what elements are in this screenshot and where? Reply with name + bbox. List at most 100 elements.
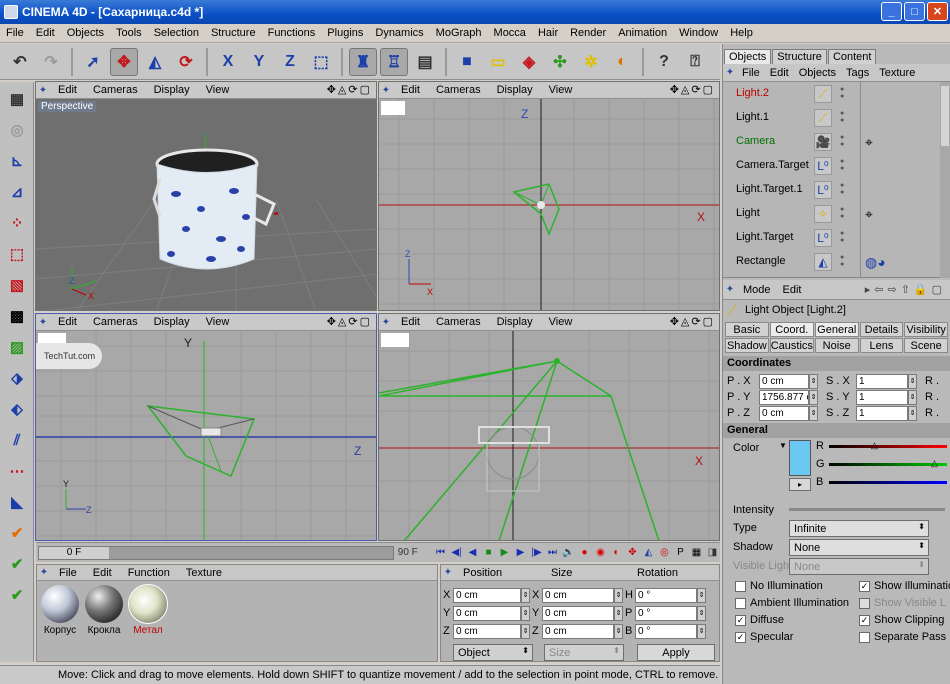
pos-x-input[interactable]: 0 cm [453,587,521,603]
locked-workplane-icon[interactable]: ✔ [3,581,31,609]
visibility-dots-icon[interactable]: ● ● [840,158,844,172]
checkbox-box[interactable] [735,597,746,609]
show-visible-light-checkbox[interactable]: Show Visible L [859,595,946,611]
nurbs-icon[interactable]: ◈ [515,48,543,76]
y-axis-lock-icon[interactable]: Y [245,48,273,76]
material-item[interactable]: Крокла [83,585,125,636]
object-row-light[interactable]: Light ✧ ● ● ⌖ [723,202,941,226]
vp-menu-view[interactable]: View [198,316,238,328]
points-mode-icon[interactable]: ⬚ [3,240,31,268]
menu-animation[interactable]: Animation [612,24,673,43]
render-settings-icon[interactable]: ▤ [411,48,439,76]
move-tool-icon[interactable]: ✥ [110,47,138,76]
viewport-nav-icons[interactable]: ✥◬⟳▢ [327,83,372,96]
vp-menu-cameras[interactable]: Cameras [85,316,146,328]
record-icon[interactable]: ● [577,545,592,560]
show-clipping-checkbox[interactable]: ✓ Show Clipping [859,612,944,628]
autokey-icon[interactable]: ◉ [593,545,608,560]
tab-details[interactable]: Details [859,322,904,337]
object-mode-icon[interactable]: ⊿ [3,178,31,206]
material-item[interactable]: Корпус [39,585,81,636]
g-slider[interactable] [829,463,947,466]
spinner-icon[interactable]: ⇕ [614,605,623,621]
vp-menu-edit[interactable]: Edit [393,84,428,96]
vp-menu-cameras[interactable]: Cameras [428,316,489,328]
spinner-icon[interactable]: ⇕ [697,605,706,621]
visibility-dots-icon[interactable]: ● ● [840,182,844,196]
rotation-key-icon[interactable]: ◎ [657,545,672,560]
pin-icon[interactable]: ✦ [36,317,50,328]
tab-general[interactable]: General [814,322,859,337]
pin-icon[interactable]: ✦ [723,284,737,295]
undo-icon[interactable]: ↶ [6,48,34,76]
scrollbar-thumb[interactable] [941,86,949,146]
rot-p-input[interactable]: 0 ° [635,605,697,621]
vp-menu-edit[interactable]: Edit [50,316,85,328]
visible-light-select[interactable]: None ⬍ [789,558,929,575]
menu-help[interactable]: Help [724,24,759,43]
inverse-kinematics-icon[interactable]: ⫽ [3,426,31,454]
object-row-rectangle[interactable]: Rectangle ◭ ● ● ◍◕ [723,250,941,274]
menu-functions[interactable]: Functions [262,24,322,43]
pin-icon[interactable]: ✦ [723,67,737,78]
checkbox-box[interactable]: ✓ [735,614,746,626]
r-slider[interactable] [829,445,947,448]
b-slider[interactable] [829,481,947,484]
prev-frame-icon[interactable]: ◀ [465,545,480,560]
viewport-canvas[interactable]: Z X Perspective [36,99,376,310]
menu-structure[interactable]: Structure [205,24,262,43]
object-row-light-target[interactable]: Light.Target L⁰ ● ● [723,226,941,250]
tab-caustics[interactable]: Caustics [769,338,814,353]
cube-primitive-icon[interactable]: ■ [453,48,481,76]
viewport-nav-icons[interactable]: ✥◬⟳▢ [670,315,715,328]
redo-icon[interactable]: ↷ [37,48,65,76]
spinner-icon[interactable]: ⇕ [697,623,706,639]
mat-menu-texture[interactable]: Texture [178,567,230,579]
next-frame-icon[interactable]: ▶ [513,545,528,560]
slider-handle-icon[interactable]: △ [871,440,878,451]
texture-mode-icon[interactable]: ⁘ [3,209,31,237]
edges-mode-icon[interactable]: ▧ [3,271,31,299]
pz-input[interactable]: 0 cm [759,405,809,421]
array-icon[interactable]: ✣ [546,48,574,76]
snap-icon[interactable]: ◣ [3,488,31,516]
sz-input[interactable]: 1 [856,405,908,421]
checkbox-box[interactable] [859,631,870,643]
next-key-icon[interactable]: |▶ [529,545,544,560]
pin-icon[interactable]: ✦ [37,567,51,578]
material-tag-icon[interactable]: ◍◕ [865,254,886,271]
mat-menu-edit[interactable]: Edit [85,567,120,579]
tab-content[interactable]: Content [827,49,877,64]
workplane-icon[interactable]: ✔ [3,550,31,578]
spinner-icon[interactable]: ⇕ [521,623,530,639]
separate-pass-checkbox[interactable]: Separate Pass [859,629,946,645]
goto-end-icon[interactable]: ⏭ [545,545,560,560]
deformer-icon[interactable]: ✲ [577,48,605,76]
px-input[interactable]: 0 cm [759,373,809,389]
menu-dynamics[interactable]: Dynamics [369,24,429,43]
viewport-perspective[interactable]: ✦ Edit Cameras Display View ✥◬⟳▢ Z X Per… [35,81,377,311]
type-select[interactable]: Infinite ⬍ [789,520,929,537]
tab-noise[interactable]: Noise [814,338,859,353]
mat-menu-function[interactable]: Function [120,567,178,579]
shadow-select[interactable]: None ⬍ [789,539,929,556]
am-menu-edit[interactable]: Edit [777,284,808,296]
object-row-camera-target[interactable]: Camera.Target L⁰ ● ● [723,154,941,178]
menu-mocca[interactable]: Mocca [488,24,532,43]
object-row-light-target1[interactable]: Light.Target.1 L⁰ ● ● [723,178,941,202]
menu-hair[interactable]: Hair [532,24,564,43]
x-axis-lock-icon[interactable]: X [214,48,242,76]
current-frame[interactable]: 0 F [39,546,109,559]
position-key-icon[interactable]: ✥ [625,545,640,560]
uv-mode-icon[interactable]: ▨ [3,333,31,361]
diffuse-checkbox[interactable]: ✓ Diffuse [735,612,784,628]
ambient-illumination-checkbox[interactable]: Ambient Illumination [735,595,849,611]
target-tag-icon[interactable]: ⌖ [865,206,873,223]
parameter-key-icon[interactable]: P [673,545,688,560]
animation-mode-icon[interactable]: ⬖ [3,395,31,423]
render-view-icon[interactable]: ♜ [349,47,377,76]
stop-icon[interactable]: ■ [481,545,496,560]
object-list-scrollbar[interactable] [940,82,950,278]
rot-h-input[interactable]: 0 ° [635,587,697,603]
viewport-canvas[interactable]: Y Z Y Z TechTut.com [36,331,376,540]
